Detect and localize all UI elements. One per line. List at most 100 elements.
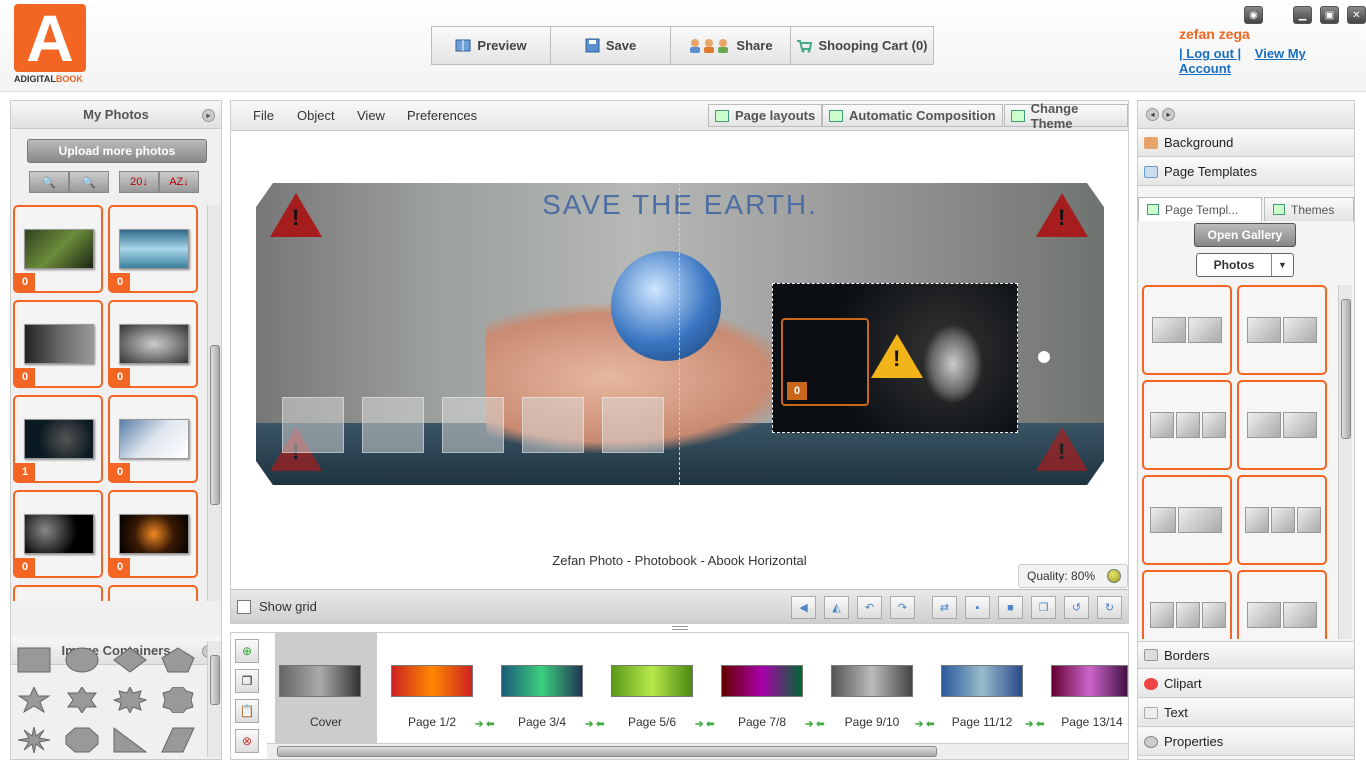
page-arrows-icon[interactable]: ➔ ⬅ — [585, 719, 605, 730]
splitter-handle[interactable] — [672, 626, 688, 630]
photo-item[interactable]: 0 — [13, 490, 103, 578]
collapse-icon[interactable]: ▸ — [202, 109, 215, 122]
close-icon[interactable]: ✕ — [1347, 6, 1366, 24]
page-arrows-icon[interactable]: ➔ ⬅ — [915, 719, 935, 730]
rotate-right-icon[interactable]: ↷ — [890, 596, 915, 619]
template-item[interactable] — [1237, 380, 1327, 470]
rectangle-shape[interactable] — [17, 647, 51, 673]
page-arrows-icon[interactable]: ➔ ⬅ — [695, 719, 715, 730]
photo-item[interactable]: 0 — [13, 300, 103, 388]
flip-horizontal-icon[interactable]: ◭ — [824, 596, 849, 619]
page-thumbnail[interactable] — [501, 665, 583, 697]
ellipse-shape[interactable] — [65, 647, 99, 673]
octagon-star-shape[interactable] — [161, 687, 195, 713]
template-type-select[interactable]: Photos ▼ — [1196, 253, 1294, 277]
diamond-shape[interactable] — [113, 647, 147, 673]
properties-section[interactable]: Properties — [1138, 728, 1354, 756]
page-thumbnail[interactable] — [831, 665, 913, 697]
minimize-icon[interactable]: ▁ — [1293, 6, 1312, 24]
template-item[interactable] — [1237, 285, 1327, 375]
undo-icon[interactable]: ↺ — [1064, 596, 1089, 619]
canvas-title-text[interactable]: SAVE THE EARTH. — [256, 189, 1104, 221]
screenshot-icon[interactable]: ◉ — [1244, 6, 1263, 24]
photo-item[interactable]: 0 — [108, 395, 198, 483]
bring-front-icon[interactable]: ■ — [998, 596, 1023, 619]
maximize-icon[interactable]: ▣ — [1320, 6, 1339, 24]
octagon-shape[interactable] — [65, 727, 99, 753]
shapes-scrollbar[interactable] — [207, 641, 221, 757]
photo-item[interactable]: 0 — [108, 300, 198, 388]
selected-photo-frame[interactable]: 0 ! — [772, 283, 1018, 433]
photos-scrollbar[interactable] — [207, 205, 221, 601]
star-shape[interactable] — [17, 687, 51, 713]
preview-button[interactable]: Preview — [431, 26, 551, 65]
image-drop-slot[interactable]: 0 — [781, 318, 869, 406]
template-item[interactable] — [1142, 285, 1232, 375]
collapse-left-icon[interactable]: ◂ — [1146, 108, 1159, 121]
show-grid-toggle[interactable]: Show grid — [237, 599, 317, 614]
upload-photos-button[interactable]: Upload more photos — [27, 139, 207, 163]
align-left-icon[interactable]: ◀ — [791, 596, 816, 619]
scrollbar-thumb[interactable] — [277, 746, 937, 757]
photo-item[interactable] — [108, 585, 198, 601]
share-button[interactable]: Share — [671, 26, 791, 65]
page-thumbnail[interactable] — [1051, 665, 1128, 697]
scrollbar-thumb[interactable] — [210, 345, 220, 505]
logout-link[interactable]: | Log out | — [1179, 46, 1241, 61]
automatic-composition-button[interactable]: Automatic Composition — [822, 104, 1003, 127]
page-canvas[interactable]: SAVE THE EARTH. ! ! ! ! 0 ! — [256, 183, 1104, 485]
text-section[interactable]: Text — [1138, 699, 1354, 727]
background-section[interactable]: Background — [1138, 129, 1354, 157]
shopping-cart-button[interactable]: Shooping Cart (0) — [791, 26, 934, 65]
tab-page-templates[interactable]: Page Templ... — [1138, 197, 1262, 221]
menu-view[interactable]: View — [357, 108, 385, 123]
photo-item[interactable]: 1 — [13, 395, 103, 483]
page-thumbnail[interactable] — [941, 665, 1023, 697]
page-layouts-button[interactable]: Page layouts — [708, 104, 823, 127]
hexstar-shape[interactable] — [65, 687, 99, 713]
collapse-right-icon[interactable]: ▸ — [1162, 108, 1175, 121]
pages-scrollbar[interactable] — [267, 743, 1128, 759]
template-item[interactable] — [1142, 570, 1232, 639]
borders-section[interactable]: Borders — [1138, 641, 1354, 669]
photo-item[interactable]: 0 — [13, 205, 103, 293]
send-back-icon[interactable]: ▪ — [965, 596, 990, 619]
duplicate-icon[interactable]: ❐ — [1031, 596, 1056, 619]
change-theme-button[interactable]: Change Theme — [1004, 101, 1128, 131]
open-gallery-button[interactable]: Open Gallery — [1194, 223, 1296, 247]
save-button[interactable]: Save — [551, 26, 671, 65]
sort-az-icon[interactable]: AZ ↓ — [159, 171, 199, 193]
menu-file[interactable]: File — [253, 108, 274, 123]
scrollbar-thumb[interactable] — [1341, 299, 1351, 439]
zoom-in-icon[interactable]: 🔍 — [69, 171, 109, 193]
zoom-out-icon[interactable]: 🔍 — [29, 171, 69, 193]
triangle-shape[interactable] — [113, 727, 147, 753]
page-templates-section[interactable]: Page Templates — [1138, 158, 1354, 186]
rotate-left-icon[interactable]: ↶ — [857, 596, 882, 619]
template-item[interactable] — [1237, 475, 1327, 565]
burst-shape[interactable] — [113, 687, 147, 713]
template-item[interactable] — [1237, 570, 1327, 639]
app-logo[interactable]: A ADIGITALBOOK — [14, 1, 88, 86]
clipart-section[interactable]: Clipart — [1138, 670, 1354, 698]
page-arrows-icon[interactable]: ➔ ⬅ — [1025, 719, 1045, 730]
scrollbar-thumb[interactable] — [210, 655, 220, 705]
pentagon-shape[interactable] — [161, 647, 195, 673]
sort-date-icon[interactable]: 20 ↓ — [119, 171, 159, 193]
page-thumbnail[interactable] — [721, 665, 803, 697]
page-thumbnail[interactable] — [391, 665, 473, 697]
menu-object[interactable]: Object — [297, 108, 335, 123]
menu-preferences[interactable]: Preferences — [407, 108, 477, 123]
photo-item[interactable] — [13, 585, 103, 601]
photo-item[interactable]: 0 — [108, 490, 198, 578]
swap-icon[interactable]: ⇄ — [932, 596, 957, 619]
page-arrows-icon[interactable]: ➔ ⬅ — [475, 719, 495, 730]
page-thumbnail[interactable] — [611, 665, 693, 697]
spark-shape[interactable] — [17, 727, 51, 753]
photo-item[interactable]: 0 — [108, 205, 198, 293]
templates-scrollbar[interactable] — [1338, 285, 1352, 639]
template-item[interactable] — [1142, 475, 1232, 565]
rotate-handle[interactable] — [1038, 351, 1050, 363]
parallelogram-shape[interactable] — [161, 727, 195, 753]
tab-themes[interactable]: Themes — [1264, 197, 1354, 221]
